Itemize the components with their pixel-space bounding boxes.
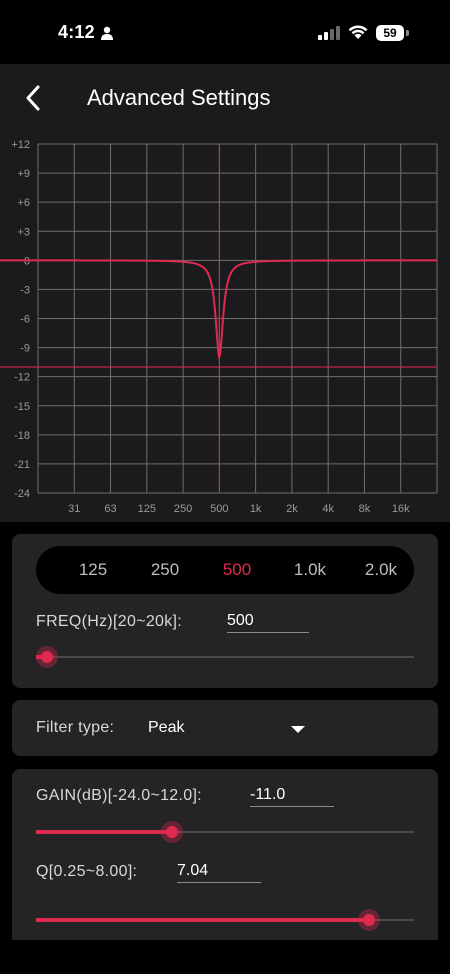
x-tick-label: 125: [138, 503, 156, 515]
freq-slider-track: [36, 656, 414, 658]
gain-label: GAIN(dB)[-24.0~12.0]:: [36, 787, 202, 804]
filter-card[interactable]: Filter type: Peak: [12, 700, 438, 756]
preset-500[interactable]: 500: [205, 546, 269, 594]
chevron-left-icon: [26, 85, 40, 111]
y-tick-label: +12: [11, 139, 30, 151]
freq-slider-thumb[interactable]: [41, 651, 53, 663]
frequency-card: 125 250 500 1.0k 2.0k FREQ(Hz)[20~20k]:: [12, 534, 438, 688]
eq-graph-svg: +12+9+6+30-3-6-9-12-15-18-21-2431 63 125 25…: [0, 139, 438, 515]
y-tick-label: -24: [14, 488, 30, 500]
header: Advanced Settings: [0, 64, 450, 130]
gain-input[interactable]: [250, 783, 334, 807]
page-title: Advanced Settings: [87, 85, 271, 110]
person-icon: [101, 26, 113, 40]
battery-icon: 59: [376, 25, 404, 41]
x-tick-label: 500: [210, 503, 228, 515]
q-label: Q[0.25~8.00]:: [36, 863, 138, 880]
filter-value[interactable]: Peak: [148, 719, 184, 737]
y-tick-label: -9: [20, 343, 30, 355]
preset-250[interactable]: 250: [133, 546, 197, 594]
freq-input[interactable]: [227, 609, 309, 633]
y-tick-label: -21: [14, 459, 30, 471]
gain-slider[interactable]: [36, 817, 414, 847]
x-tick-label: 8k: [359, 503, 371, 515]
eq-response-curve: [0, 259, 438, 360]
x-tick-label: 2k: [286, 503, 298, 515]
preset-2.0k[interactable]: 2.0k: [349, 546, 413, 594]
y-tick-label: -12: [14, 372, 30, 384]
gain-q-card: GAIN(dB)[-24.0~12.0]: Q[0.25~8.00]:: [12, 769, 438, 969]
status-bar: 4:12 59: [0, 0, 450, 64]
x-tick-label: 16k: [392, 503, 410, 515]
status-time: 4:12: [58, 22, 95, 42]
dropdown-arrow-icon[interactable]: [291, 726, 305, 733]
battery-cap: [406, 30, 409, 36]
y-tick-label: -15: [14, 401, 30, 413]
x-tick-label: 4k: [322, 503, 334, 515]
preset-125[interactable]: 125: [61, 546, 125, 594]
eq-graph[interactable]: +12 +9 +6 +3 0 -3 -6 -9 -12 -15 -18 -21 -24 31 63 125 25…: [0, 130, 450, 522]
gain-slider-thumb[interactable]: [166, 826, 178, 838]
y-tick-label: -6: [20, 314, 30, 326]
y-tick-label: -18: [14, 430, 30, 442]
q-input[interactable]: [177, 859, 261, 883]
y-tick-label: -3: [20, 284, 30, 296]
x-tick-label: 1k: [250, 503, 262, 515]
q-slider[interactable]: [36, 905, 414, 935]
freq-label: FREQ(Hz)[20~20k]:: [36, 613, 183, 630]
x-tick-label: 250: [174, 503, 192, 515]
q-slider-fill: [36, 918, 369, 922]
preset-bar: 125 250 500 1.0k 2.0k: [36, 546, 414, 594]
freq-slider[interactable]: [36, 642, 414, 672]
gain-slider-fill: [36, 830, 172, 834]
back-button[interactable]: [14, 78, 54, 118]
x-tick-label: 31: [68, 503, 80, 515]
y-tick-label: +9: [17, 168, 30, 180]
x-tick-label: 63: [104, 503, 116, 515]
y-tick-label: +6: [17, 197, 30, 209]
preset-1.0k[interactable]: 1.0k: [278, 546, 342, 594]
filter-label: Filter type:: [36, 719, 115, 736]
wifi-icon: [348, 25, 368, 39]
y-tick-label: +3: [17, 226, 30, 238]
signal-icon: [318, 26, 340, 40]
bottom-strip: [0, 940, 450, 974]
q-slider-thumb[interactable]: [363, 914, 375, 926]
